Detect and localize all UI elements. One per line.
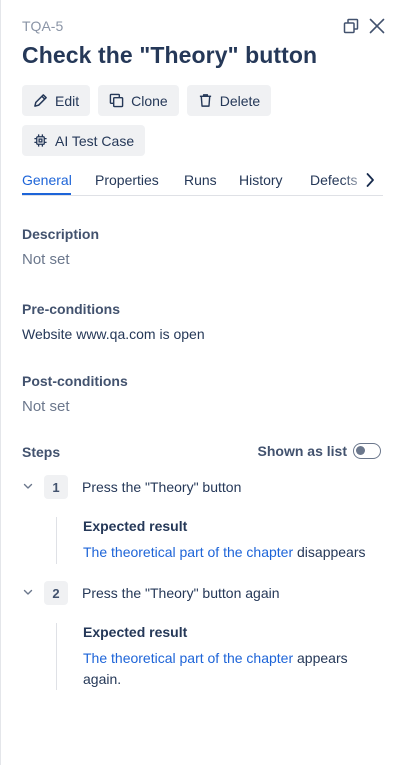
- tab-general[interactable]: General: [22, 172, 72, 188]
- description-value: Not set: [22, 251, 70, 268]
- preconditions-value: Website www.qa.com is open: [22, 326, 205, 342]
- delete-button[interactable]: Delete: [186, 85, 272, 116]
- postconditions-label: Post-conditions: [22, 373, 128, 389]
- trash-icon: [199, 94, 211, 107]
- delete-button-label: Delete: [219, 92, 261, 109]
- page-title: Check the "Theory" button: [22, 42, 318, 68]
- window-controls: [342, 17, 386, 35]
- steps-label: Steps: [22, 444, 61, 460]
- ai-test-case-button[interactable]: AI Test Case: [22, 125, 146, 156]
- chevron-down-icon[interactable]: [21, 479, 35, 493]
- tab-runs[interactable]: Runs: [184, 172, 217, 188]
- step-number: 1: [44, 475, 68, 499]
- step-number: 2: [44, 581, 68, 605]
- pencil-icon: [34, 94, 47, 107]
- chevron-down-icon[interactable]: [21, 585, 35, 599]
- clone-button-label: Clone: [131, 92, 168, 109]
- expected-result-label: Expected result: [83, 518, 188, 534]
- step-action: Press the "Theory" button: [82, 479, 242, 495]
- step-connector: [56, 623, 57, 690]
- expected-result-text: The theoretical part of the chapter appe…: [83, 648, 373, 690]
- chevron-right-icon[interactable]: [360, 170, 380, 190]
- step-connector: [56, 517, 57, 564]
- expected-result-link[interactable]: The theoretical part of the chapter: [83, 544, 293, 560]
- toggle-knob: [356, 446, 365, 455]
- expected-result-text: The theoretical part of the chapter disa…: [83, 542, 373, 563]
- shown-as-list-toggle[interactable]: [353, 443, 381, 459]
- description-label: Description: [22, 226, 100, 242]
- postconditions-value: Not set: [22, 398, 70, 415]
- tab-history[interactable]: History: [239, 172, 283, 188]
- ai-test-case-button-label: AI Test Case: [55, 132, 135, 149]
- tab-properties[interactable]: Properties: [95, 172, 159, 188]
- shown-as-list-label: Shown as list: [257, 443, 347, 459]
- case-id: TQA-5: [22, 18, 64, 34]
- edit-button-label: Edit: [55, 92, 80, 109]
- preconditions-label: Pre-conditions: [22, 301, 121, 317]
- copy-icon: [109, 93, 124, 108]
- active-tab-indicator: [22, 193, 71, 195]
- edit-button[interactable]: Edit: [22, 85, 91, 116]
- action-toolbar: Edit Clone Delete AI Test Case: [22, 85, 382, 156]
- close-icon[interactable]: [368, 17, 386, 35]
- expected-result-label: Expected result: [83, 624, 188, 640]
- tab-bar: General Properties Runs History Defects: [22, 166, 383, 196]
- expected-result-link[interactable]: The theoretical part of the chapter: [83, 650, 293, 666]
- test-case-panel: TQA-5 Check the "Theory" button Edit Clo…: [0, 0, 400, 765]
- expected-result-rest: disappears: [293, 544, 366, 560]
- restore-window-icon[interactable]: [342, 17, 360, 35]
- shown-as-list-control: Shown as list: [258, 443, 381, 459]
- clone-button[interactable]: Clone: [98, 85, 179, 116]
- chip-icon: [34, 134, 47, 147]
- step-action: Press the "Theory" button again: [82, 585, 280, 601]
